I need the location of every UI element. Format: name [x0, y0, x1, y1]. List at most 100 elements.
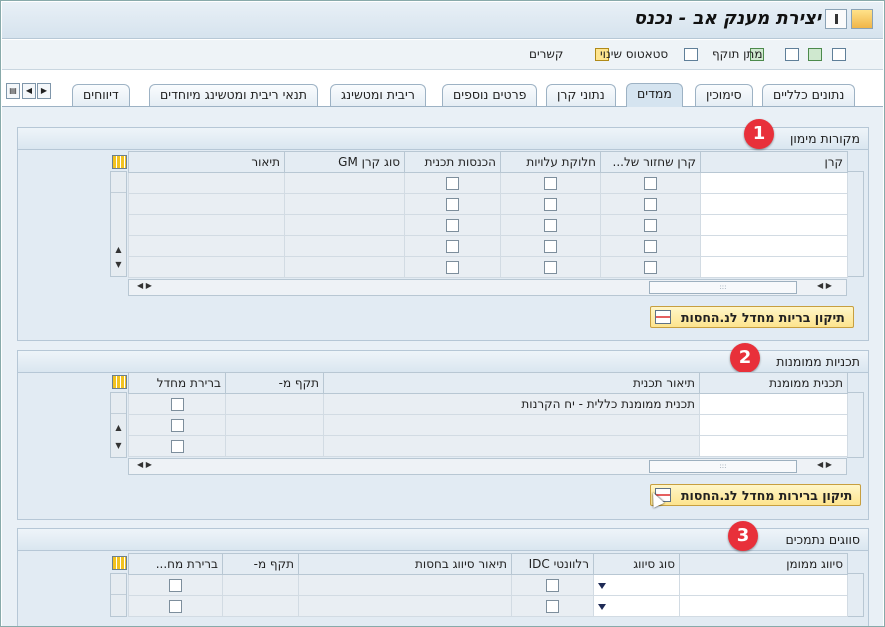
- section-funding-sources-title: מקורות מימון: [18, 128, 868, 150]
- checkbox[interactable]: [169, 579, 182, 592]
- exit-icon[interactable]: [825, 9, 847, 29]
- tab-dimensions[interactable]: ממדים: [626, 83, 683, 107]
- app-menu-icon[interactable]: [851, 9, 873, 29]
- fund-input[interactable]: [700, 235, 848, 257]
- col-class-type[interactable]: סוג סיווג: [593, 553, 680, 575]
- callout-badge-1: 1: [744, 119, 774, 149]
- status-change-button[interactable]: סטאטוס שינוי: [600, 47, 668, 61]
- col-sponsored-class[interactable]: סיווג ממומן: [679, 553, 848, 575]
- tab-special-interest-terms[interactable]: תנאי ריבית ומטשינג מיוחדים: [149, 84, 318, 106]
- tab-fund-data[interactable]: נתוני קרן: [546, 84, 616, 106]
- window: יצירת מענק אב - נכנס קשרים סטאטוס שינוי …: [0, 0, 885, 627]
- scroll-thumb[interactable]: :::: [649, 460, 797, 473]
- col-program-income[interactable]: הכנסות תכנית: [404, 151, 501, 173]
- checkbox[interactable]: [546, 600, 559, 613]
- scroll-right-icon[interactable]: ◀ ▶: [817, 281, 832, 290]
- checkbox[interactable]: [644, 198, 657, 211]
- checkbox[interactable]: [544, 198, 557, 211]
- status-change-icon[interactable]: [684, 48, 698, 61]
- checkbox[interactable]: [446, 240, 459, 253]
- checkbox[interactable]: [170, 398, 184, 411]
- scroll-down-icon[interactable]: ▼: [110, 441, 127, 450]
- table-row: [128, 235, 848, 257]
- tab-interest-matching[interactable]: ריבית ומטשינג: [330, 84, 426, 106]
- copy-icon[interactable]: [808, 48, 822, 61]
- scroll-thumb[interactable]: :::: [649, 281, 797, 294]
- horizontal-scrollbar[interactable]: ◀ ▶ ::: ◀ ▶: [128, 279, 847, 296]
- col-default[interactable]: ברירת מח...: [128, 553, 223, 575]
- fund-input[interactable]: [700, 193, 848, 215]
- checkbox[interactable]: [544, 261, 557, 274]
- checkbox[interactable]: [446, 177, 459, 190]
- checkbox[interactable]: [170, 440, 184, 453]
- validity-button[interactable]: מתן תוקף: [712, 47, 762, 61]
- col-class-description[interactable]: תיאור סיווג בחסות: [298, 553, 512, 575]
- tabs-list-icon[interactable]: ▤: [6, 83, 20, 99]
- checkbox[interactable]: [544, 219, 557, 232]
- checkbox[interactable]: [644, 261, 657, 274]
- class-input[interactable]: [679, 574, 848, 596]
- row-selector-column: [110, 573, 127, 617]
- back-icon[interactable]: [785, 48, 799, 61]
- program-input[interactable]: [699, 393, 848, 415]
- tabs-prev-icon[interactable]: ◀: [22, 83, 36, 99]
- col-restore-fund[interactable]: קרן שחזור של...: [600, 151, 701, 173]
- fix-defaults-button-1[interactable]: תיקון בריות מחדל לנ.החסות: [650, 306, 854, 328]
- scroll-left-icon[interactable]: ◀ ▶: [137, 281, 152, 290]
- fix-defaults-button-2[interactable]: תיקון ברירות מחדל לנ.החסות: [650, 484, 862, 506]
- checkbox[interactable]: [544, 240, 557, 253]
- row-selector[interactable]: [111, 172, 126, 193]
- row-selector[interactable]: [111, 393, 126, 414]
- col-cost-sharing[interactable]: חלוקת עלויות: [500, 151, 601, 173]
- tab-additional-details[interactable]: פרטים נוספים: [442, 84, 538, 106]
- col-valid-from[interactable]: תקף מ-: [222, 553, 299, 575]
- col-valid-from[interactable]: תקף מ-: [225, 372, 324, 394]
- list-icon[interactable]: [832, 48, 846, 61]
- fund-input[interactable]: [700, 172, 848, 194]
- callout-badge-3: 3: [728, 521, 758, 551]
- relations-button[interactable]: קשרים: [529, 47, 563, 61]
- checkbox[interactable]: [644, 240, 657, 253]
- col-fund[interactable]: קרן: [700, 151, 848, 173]
- row-selector[interactable]: [111, 574, 126, 595]
- window-title: יצירת מענק אב - נכנס: [633, 8, 821, 29]
- col-gm-fund-type[interactable]: סוג קרן GM: [284, 151, 405, 173]
- program-input[interactable]: [699, 435, 848, 457]
- checkbox[interactable]: [544, 177, 557, 190]
- dropdown-icon[interactable]: [598, 603, 606, 610]
- scroll-left-icon[interactable]: ◀ ▶: [137, 460, 152, 469]
- checkbox[interactable]: [446, 261, 459, 274]
- col-description[interactable]: תיאור: [128, 151, 285, 173]
- col-program-description[interactable]: תיאור תכנית: [323, 372, 700, 394]
- class-input[interactable]: [679, 595, 848, 617]
- col-idc-relevant[interactable]: רלוונטי IDC: [511, 553, 594, 575]
- scroll-right-icon[interactable]: ◀ ▶: [817, 460, 832, 469]
- col-sponsored-program[interactable]: תכנית ממומנת: [699, 372, 848, 394]
- checkbox[interactable]: [170, 419, 184, 432]
- table-settings-icon[interactable]: [112, 155, 127, 169]
- tab-general-data[interactable]: נתונים כלליים: [762, 84, 856, 106]
- checkbox[interactable]: [546, 579, 559, 592]
- checkbox[interactable]: [644, 219, 657, 232]
- horizontal-scrollbar[interactable]: ◀ ▶ ::: ◀ ▶: [128, 458, 847, 475]
- scroll-up-icon[interactable]: ▲: [110, 423, 127, 432]
- dropdown-icon[interactable]: [598, 582, 606, 589]
- tabs-next-icon[interactable]: ▶: [37, 83, 51, 99]
- tab-reports[interactable]: דיווחים: [72, 84, 130, 106]
- table-settings-icon[interactable]: [112, 375, 127, 389]
- program-input[interactable]: [699, 414, 848, 436]
- tab-references[interactable]: סימוכין: [695, 84, 753, 106]
- fund-input[interactable]: [700, 214, 848, 236]
- table-row: [128, 574, 848, 596]
- table-settings-icon[interactable]: [112, 556, 127, 570]
- checkbox[interactable]: [644, 177, 657, 190]
- checkbox[interactable]: [169, 600, 182, 613]
- scroll-up-icon[interactable]: ▲: [110, 245, 127, 254]
- table-row: [128, 193, 848, 215]
- checkbox[interactable]: [446, 198, 459, 211]
- supported-classifications-table: סיווג ממומן סוג סיווג רלוונטי IDC תיאור …: [128, 553, 848, 617]
- col-default[interactable]: ברירת מחדל: [128, 372, 226, 394]
- checkbox[interactable]: [446, 219, 459, 232]
- fund-input[interactable]: [700, 256, 848, 278]
- scroll-down-icon[interactable]: ▼: [110, 260, 127, 269]
